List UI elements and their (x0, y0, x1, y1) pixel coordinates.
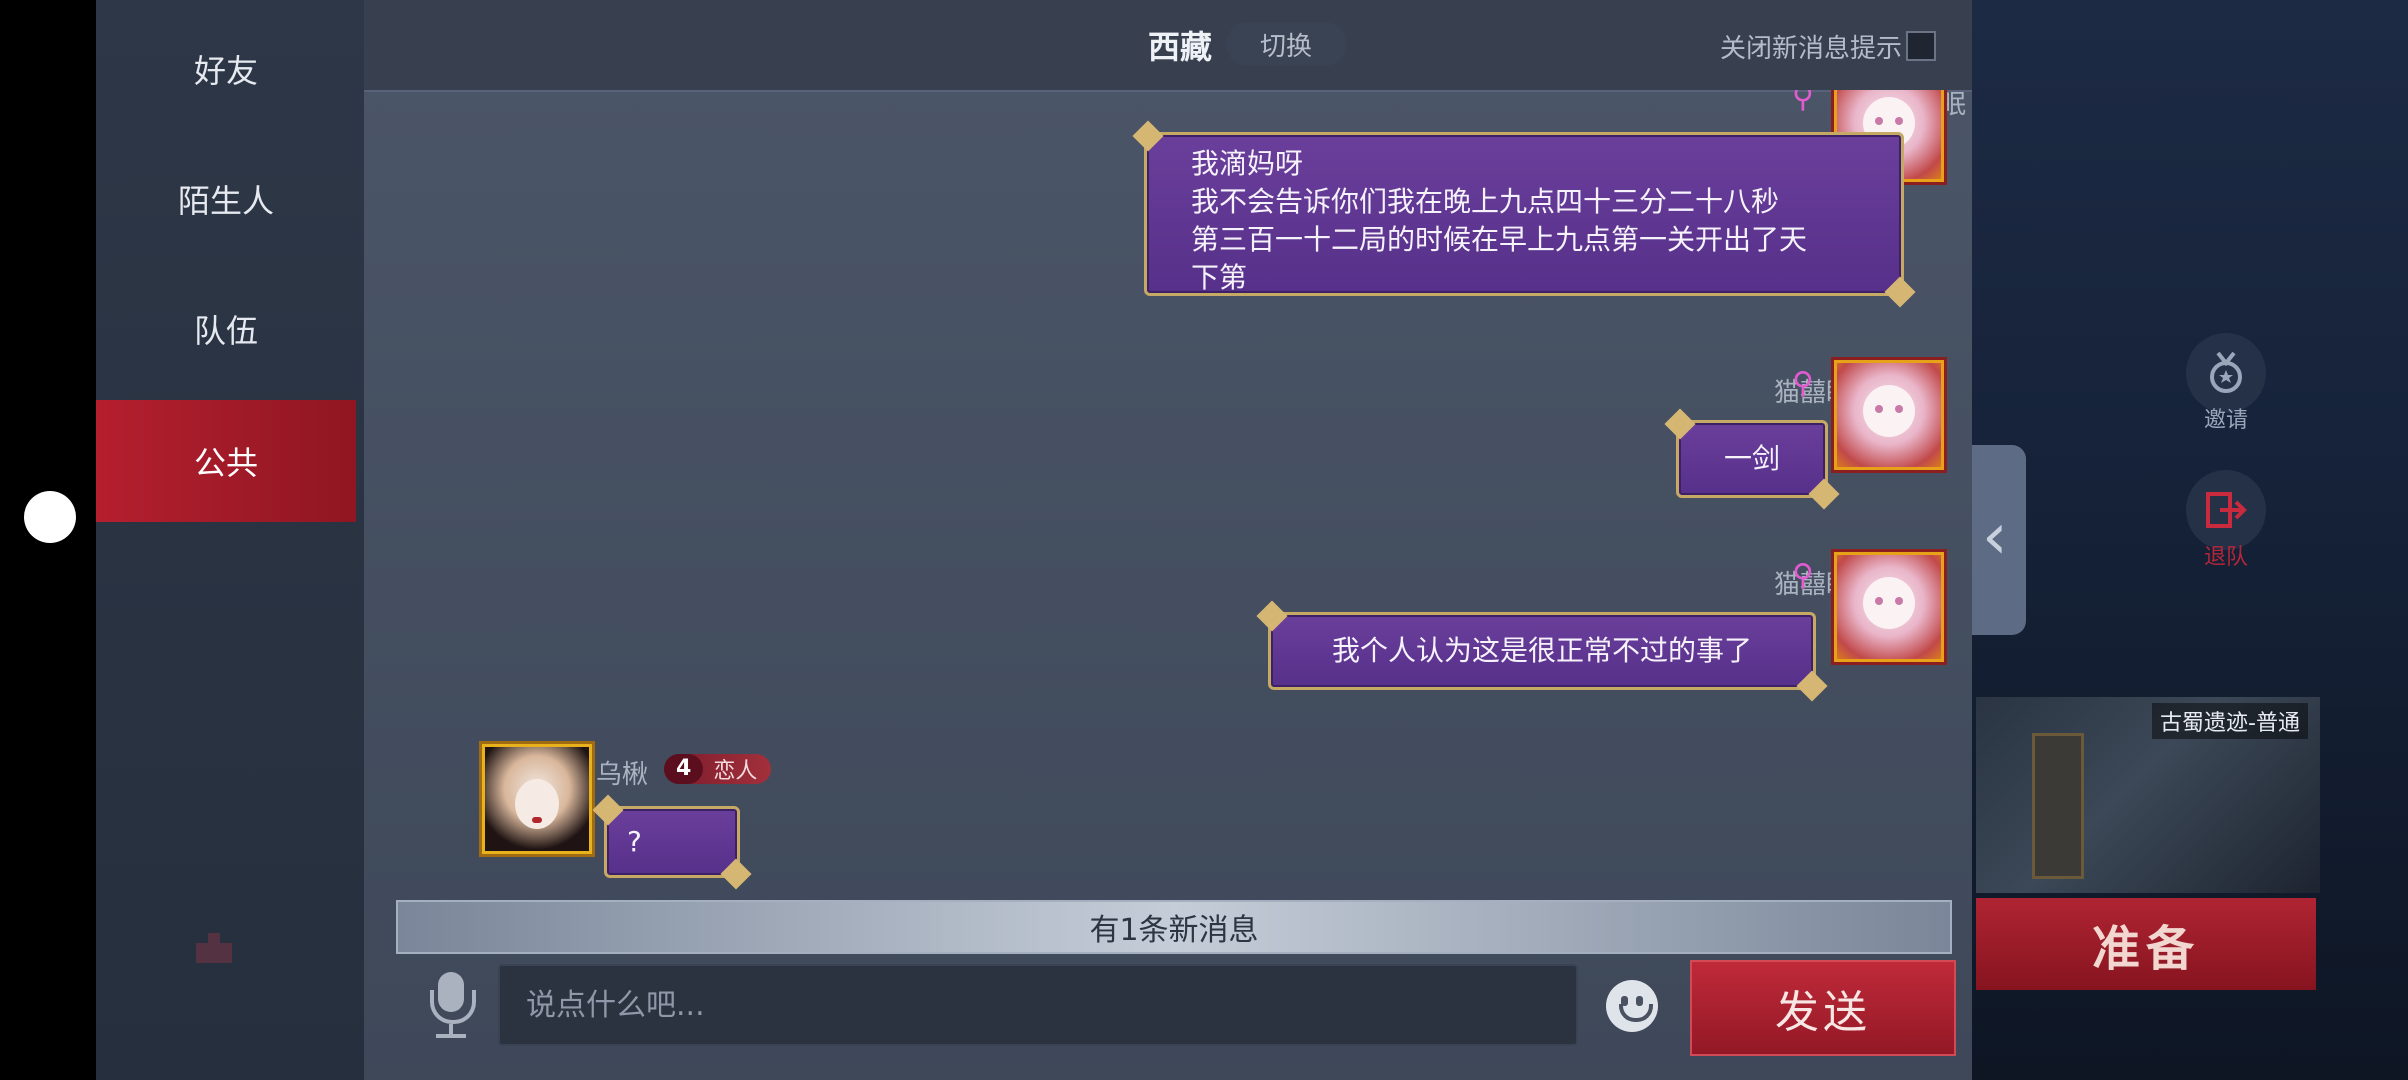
chat-tab-sidebar: 好友 陌生人 队伍 公共 (96, 0, 364, 1080)
collapse-chat-button[interactable]: ‹ (1970, 445, 2026, 635)
key-icon: ⚲ (1792, 366, 1814, 401)
message-text: 我个人认为这是很正常不过的事了 (1331, 634, 1752, 667)
invite-label: 邀请 (2203, 408, 2248, 433)
relationship-label: 恋人 (713, 759, 758, 784)
avatar[interactable] (1834, 552, 1944, 662)
tab-public[interactable]: 公共 (96, 400, 356, 522)
avatar-face (1863, 577, 1915, 629)
message-text: ? (627, 825, 642, 858)
map-preview-art (2032, 733, 2084, 879)
message-list[interactable]: 猫囍眠 ⚲ 我滴妈呀 我不会告诉你们我在晚上九点四十三分二十八秒 第三百一十二局… (364, 90, 1972, 890)
message-text: 一剑 (1723, 442, 1780, 475)
avatar[interactable] (482, 744, 592, 854)
avatar-face (1863, 385, 1915, 437)
message-text: 我不会告诉你们我在晚上九点四十三分二十八秒 (1191, 185, 1780, 218)
message-text: 下第 (1191, 261, 1248, 294)
message-bubble[interactable]: 我个人认为这是很正常不过的事了 (1256, 600, 1828, 702)
map-name: 古蜀遗迹-普通 (2152, 703, 2308, 739)
exit-icon (2206, 492, 2247, 528)
chevron-left-icon: ‹ (1982, 500, 2008, 574)
tab-friends[interactable]: 好友 (96, 8, 356, 130)
chat-header: 西藏 切换 关闭新消息提示 (364, 0, 1972, 92)
key-icon: ⚲ (1792, 90, 1814, 115)
new-message-banner[interactable]: 有1条新消息 (396, 900, 1952, 954)
sender-name: 乌楸 (596, 760, 649, 790)
relationship-badge: 4 恋人 (664, 754, 772, 784)
tab-team[interactable]: 队伍 (96, 268, 356, 390)
emblem-icon (196, 933, 232, 963)
message-input[interactable] (498, 964, 1578, 1046)
channel-title: 西藏 (1148, 28, 1213, 66)
avatar[interactable] (1834, 360, 1944, 470)
emoji-button[interactable] (1606, 980, 1658, 1032)
medal-icon (2210, 351, 2242, 393)
mute-notifications-checkbox[interactable] (1906, 31, 1936, 61)
message-bubble[interactable]: 一剑 (1664, 408, 1840, 510)
leave-team-label: 退队 (2203, 545, 2248, 570)
switch-channel-button[interactable]: 切换 (1226, 22, 1346, 66)
key-icon: ⚲ (1792, 558, 1814, 593)
relationship-level: 4 (664, 754, 704, 784)
message-bubble[interactable]: 我滴妈呀 我不会告诉你们我在晚上九点四十三分二十八秒 第三百一十二局的时候在早上… (1132, 120, 1916, 308)
message-text: 第三百一十二局的时候在早上九点第一关开出了天 (1191, 223, 1808, 256)
tab-strangers[interactable]: 陌生人 (96, 138, 356, 260)
invite-button[interactable] (2186, 333, 2266, 413)
leave-team-button[interactable] (2186, 470, 2266, 550)
message-bubble[interactable]: ? (592, 794, 752, 890)
ready-button[interactable]: 准备 (1976, 898, 2316, 990)
map-preview[interactable]: 古蜀遗迹-普通 (1976, 697, 2320, 893)
message-text: 我滴妈呀 (1191, 147, 1304, 180)
mute-notifications-label: 关闭新消息提示 (1719, 34, 1902, 64)
send-button[interactable]: 发送 (1690, 960, 1956, 1056)
camera-cutout (24, 491, 76, 543)
voice-button[interactable] (426, 970, 476, 1040)
